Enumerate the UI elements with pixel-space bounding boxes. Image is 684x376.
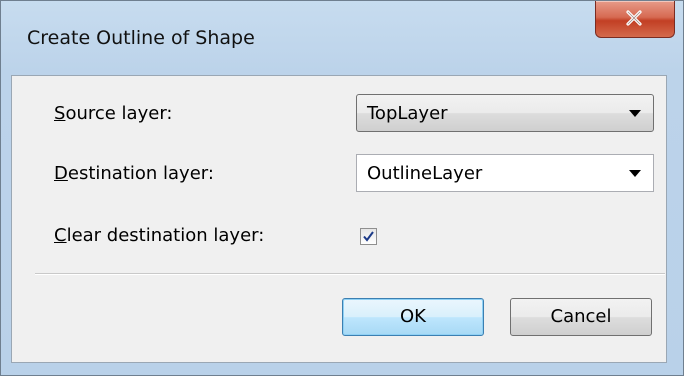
clear-destination-label-text: lear destination layer: (66, 225, 265, 246)
source-layer-dropdown[interactable]: TopLayer (356, 94, 654, 132)
ok-button[interactable]: OK (342, 298, 484, 336)
dialog-window: Create Outline of Shape Source layer: To… (0, 0, 684, 376)
dialog-content: Source layer: TopLayer Destination layer… (11, 75, 667, 363)
clear-destination-checkbox[interactable] (360, 228, 377, 245)
destination-layer-value: OutlineLayer (367, 163, 483, 184)
cancel-button[interactable]: Cancel (510, 298, 652, 336)
close-icon (626, 10, 642, 26)
source-layer-label-text: ource layer: (65, 103, 173, 124)
destination-layer-label-text: estination layer: (67, 163, 214, 184)
checkmark-icon (363, 231, 374, 242)
source-layer-label: Source layer: (54, 103, 172, 124)
destination-layer-dropdown[interactable]: OutlineLayer (356, 154, 654, 192)
destination-layer-label: Destination layer: (54, 163, 214, 184)
clear-destination-label-mnemonic: C (54, 225, 67, 246)
destination-layer-label-mnemonic: D (54, 163, 68, 184)
title-bar[interactable]: Create Outline of Shape (1, 1, 683, 75)
divider (35, 273, 665, 275)
source-layer-value: TopLayer (367, 103, 448, 124)
close-button[interactable] (595, 1, 675, 38)
chevron-down-icon (629, 110, 641, 117)
window-title: Create Outline of Shape (27, 27, 255, 49)
chevron-down-icon (629, 170, 641, 177)
source-layer-label-mnemonic: S (54, 103, 66, 124)
clear-destination-label: Clear destination layer: (54, 225, 264, 246)
